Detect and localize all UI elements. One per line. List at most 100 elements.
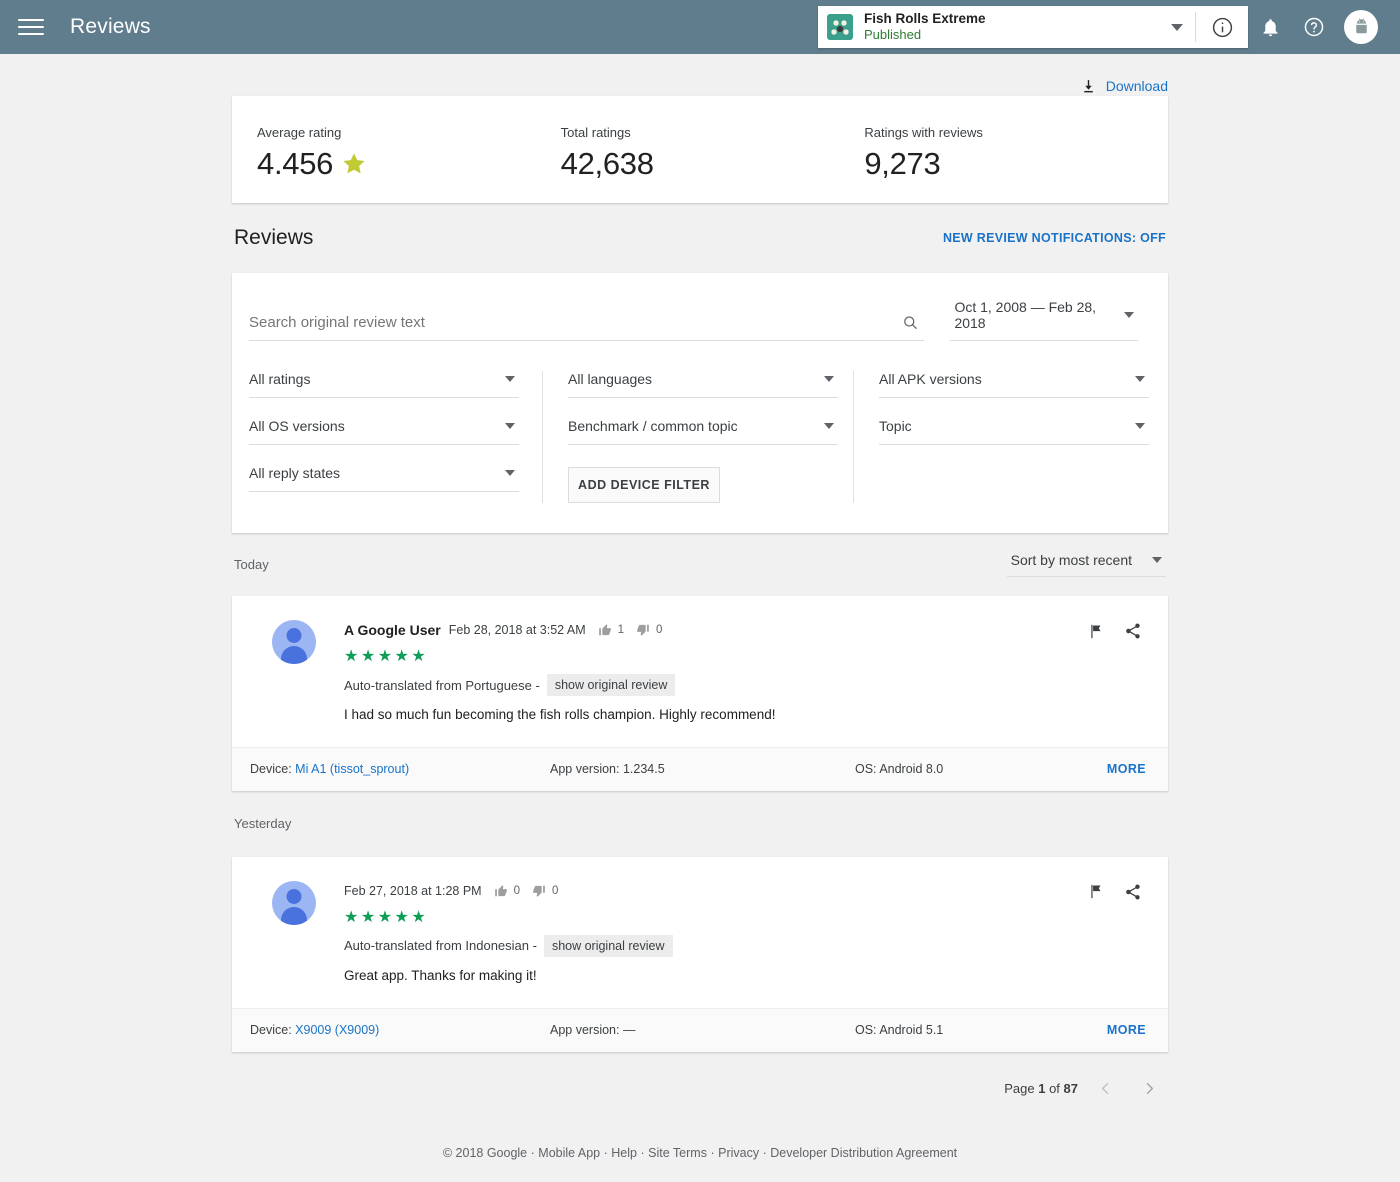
chevron-down-icon <box>505 376 515 382</box>
review-meta: Feb 27, 2018 at 1:28 PM 0 0 <box>344 881 1146 901</box>
hamburger-icon[interactable] <box>18 12 48 42</box>
filters-grid: All ratings All OS versions All reply st… <box>249 351 1138 503</box>
chevron-down-icon <box>824 423 834 429</box>
footer-link-site-terms[interactable]: Site Terms <box>648 1146 707 1160</box>
filter-column-1: All ratings All OS versions All reply st… <box>249 371 519 503</box>
app-bar-right-group: Fish Rolls Extreme Published <box>818 5 1378 49</box>
device-label: Device: <box>250 762 292 776</box>
page-footer: © 2018 Google · Mobile App · Help · Site… <box>232 1126 1168 1160</box>
download-button[interactable]: Download <box>1080 78 1168 95</box>
os-info: OS: Android 5.1 <box>855 1023 1107 1037</box>
more-button[interactable]: MORE <box>1107 762 1146 776</box>
search-icon[interactable] <box>902 314 919 331</box>
stat-value: 9,273 <box>864 146 1168 182</box>
reviewer-name: A Google User <box>344 622 441 638</box>
review-card: Feb 27, 2018 at 1:28 PM 0 0 <box>232 857 1168 1052</box>
star-rating: ★★★★★ <box>344 910 1146 926</box>
review-actions <box>1088 622 1142 640</box>
footer-link-developer-distribution-agreement[interactable]: Developer Distribution Agreement <box>770 1146 957 1160</box>
filter-label: All languages <box>568 371 652 387</box>
day-label: Today <box>234 557 269 572</box>
download-row: Download <box>232 54 1168 96</box>
review-date: Feb 28, 2018 at 3:52 AM <box>449 623 586 637</box>
share-icon[interactable] <box>1124 883 1142 901</box>
filter-topic[interactable]: Topic <box>879 418 1149 445</box>
translation-note: Auto-translated from Portuguese - <box>344 678 540 693</box>
prev-page-button[interactable] <box>1088 1072 1122 1106</box>
thumb-down-icon <box>636 623 650 637</box>
device-link[interactable]: X9009 (X9009) <box>295 1023 379 1037</box>
footer-link-privacy[interactable]: Privacy <box>718 1146 759 1160</box>
app-name: Fish Rolls Extreme <box>864 11 986 27</box>
app-selector[interactable]: Fish Rolls Extreme Published <box>818 6 1248 48</box>
review-body: A Google User Feb 28, 2018 at 3:52 AM 1 <box>232 596 1168 747</box>
next-page-button[interactable] <box>1132 1072 1166 1106</box>
stat-value: 4.456 <box>257 146 333 182</box>
device-link[interactable]: Mi A1 (tissot_sprout) <box>295 762 409 776</box>
footer-copyright: © 2018 Google <box>443 1146 527 1160</box>
app-version-info: App version: — <box>550 1023 855 1037</box>
filter-all-os-versions[interactable]: All OS versions <box>249 418 519 445</box>
sort-selector[interactable]: Sort by most recent <box>1007 552 1166 577</box>
filter-all-reply-states[interactable]: All reply states <box>249 465 519 492</box>
chevron-down-icon <box>1135 423 1145 429</box>
ratings-summary-card: Average rating 4.456 Total ratings 42,63… <box>232 96 1168 203</box>
stat-total-ratings: Total ratings 42,638 <box>561 125 865 182</box>
device-label: Device: <box>250 1023 292 1037</box>
share-icon[interactable] <box>1124 622 1142 640</box>
add-device-filter-button[interactable]: ADD DEVICE FILTER <box>568 467 720 503</box>
thumbs-down-count: 0 <box>552 885 558 897</box>
avatar <box>272 620 316 664</box>
footer-sep: · <box>640 1146 644 1160</box>
info-icon[interactable] <box>1196 6 1248 48</box>
thumbs-down-group: 0 <box>532 884 558 898</box>
content-column: Download Average rating 4.456 Total rati… <box>232 54 1168 1160</box>
filter-label: All APK versions <box>879 371 982 387</box>
page-prefix: Page <box>1004 1081 1034 1096</box>
bell-icon[interactable] <box>1248 5 1292 49</box>
new-review-notifications-link[interactable]: NEW REVIEW NOTIFICATIONS: OFF <box>943 231 1166 245</box>
flag-icon[interactable] <box>1088 883 1104 900</box>
chevron-down-icon <box>824 376 834 382</box>
star-rating: ★★★★★ <box>344 649 1146 665</box>
filter-all-languages[interactable]: All languages <box>568 371 838 398</box>
stat-label: Ratings with reviews <box>864 125 1168 140</box>
stat-value-wrap: 4.456 <box>257 146 561 182</box>
chevron-down-icon <box>1135 376 1145 382</box>
filter-label: Benchmark / common topic <box>568 418 738 434</box>
footer-link-mobile-app[interactable]: Mobile App <box>538 1146 600 1160</box>
star-icon <box>341 151 367 177</box>
footer-link-help[interactable]: Help <box>611 1146 637 1160</box>
page-total: 87 <box>1064 1081 1078 1096</box>
thumbs-down-count: 0 <box>656 624 662 636</box>
chevron-down-icon <box>505 470 515 476</box>
thumbs-up-count: 0 <box>514 885 520 897</box>
download-label: Download <box>1106 78 1168 94</box>
device-info: Device: X9009 (X9009) <box>250 1023 550 1037</box>
review-actions <box>1088 883 1142 901</box>
day-group-header-yesterday: Yesterday <box>232 791 1168 857</box>
show-original-review-button[interactable]: show original review <box>547 674 676 696</box>
review-card: A Google User Feb 28, 2018 at 3:52 AM 1 <box>232 596 1168 791</box>
page-indicator: Page 1 of 87 <box>1004 1081 1078 1096</box>
more-button[interactable]: MORE <box>1107 1023 1146 1037</box>
review-date: Feb 27, 2018 at 1:28 PM <box>344 884 482 898</box>
date-range-value: Oct 1, 2008 — Feb 28, 2018 <box>954 299 1110 331</box>
help-icon[interactable] <box>1292 5 1336 49</box>
flag-icon[interactable] <box>1088 623 1104 640</box>
filter-all-ratings[interactable]: All ratings <box>249 371 519 398</box>
chevron-down-icon[interactable] <box>1171 24 1183 31</box>
filter-benchmark-common-topic[interactable]: Benchmark / common topic <box>568 418 838 445</box>
show-original-review-button[interactable]: show original review <box>544 935 673 957</box>
date-range-selector[interactable]: Oct 1, 2008 — Feb 28, 2018 <box>950 299 1138 341</box>
filter-all-apk-versions[interactable]: All APK versions <box>879 371 1149 398</box>
footer-sep: · <box>531 1146 535 1160</box>
android-avatar-icon[interactable] <box>1344 10 1378 44</box>
search-input[interactable] <box>249 314 902 331</box>
sort-label: Sort by most recent <box>1011 552 1132 568</box>
thumbs-up-group: 1 <box>598 623 624 637</box>
thumbs-down-group: 0 <box>636 623 662 637</box>
stat-ratings-with-reviews: Ratings with reviews 9,273 <box>864 125 1168 182</box>
thumb-up-icon <box>494 884 508 898</box>
day-label: Yesterday <box>234 816 291 831</box>
